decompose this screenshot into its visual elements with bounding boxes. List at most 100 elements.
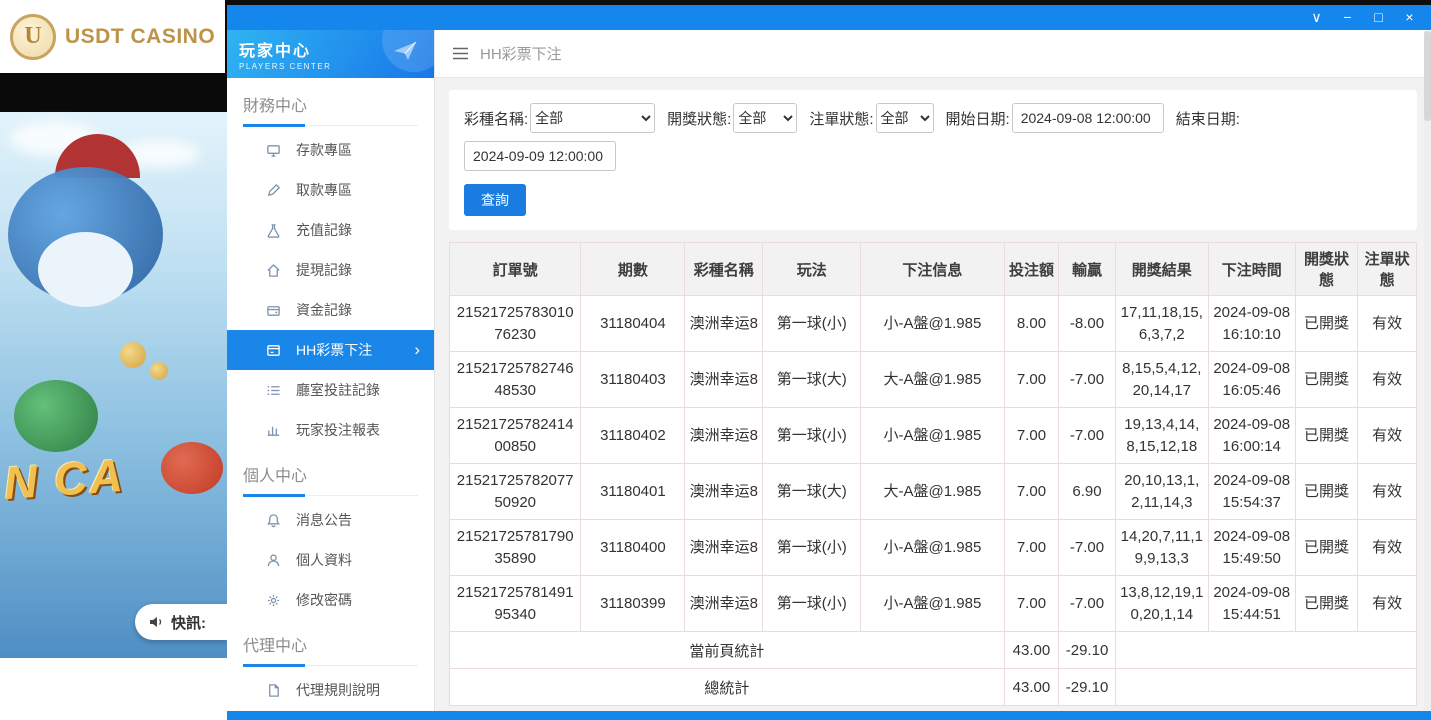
- table-row: 215217257827464853031180403澳洲幸运8第一球(大)大-…: [450, 352, 1417, 408]
- table-cell: 小-A盤@1.985: [861, 296, 1004, 352]
- table-cell: -7.00: [1059, 408, 1116, 464]
- desktop-background: N CA U USDT CASINO 快訊:: [0, 0, 227, 720]
- table-cell: -7.00: [1059, 352, 1116, 408]
- table-cell: 2152172578241400850: [450, 408, 581, 464]
- search-button[interactable]: 查詢: [464, 184, 526, 216]
- total-summary-winloss: -29.10: [1059, 669, 1116, 706]
- sidebar-item-funds-record[interactable]: 資金記錄: [227, 290, 434, 330]
- window-close-icon[interactable]: ×: [1394, 5, 1425, 30]
- shark-belly-illustration: [38, 232, 133, 307]
- sidebar-item-withdrawal-record[interactable]: 提現記錄: [227, 250, 434, 290]
- table-cell: 有效: [1358, 296, 1417, 352]
- window-titlebar: ∨ − □ ×: [227, 5, 1431, 30]
- sidebar-item-label: 存款專區: [296, 140, 352, 160]
- lottery-name-label: 彩種名稱:: [464, 108, 528, 129]
- table-header-cell: 開獎結果: [1115, 243, 1208, 296]
- start-date-label: 開始日期:: [946, 108, 1010, 129]
- sidebar-item-label: 玩家投注報表: [296, 420, 380, 440]
- table-header-cell: 玩法: [763, 243, 861, 296]
- end-date-input[interactable]: [464, 141, 616, 171]
- menu-toggle-icon[interactable]: [452, 47, 469, 60]
- user-icon: [265, 552, 281, 568]
- sidebar-item-announcements[interactable]: 消息公告: [227, 500, 434, 540]
- sidebar-item-room-bet-record[interactable]: 廳室投註記錄: [227, 370, 434, 410]
- table-cell: 2024-09-08 16:05:46: [1208, 352, 1295, 408]
- sidebar-item-agent-rules[interactable]: 代理規則說明: [227, 670, 434, 710]
- artwork-caption: N CA: [2, 448, 126, 510]
- table-cell: 31180402: [581, 408, 685, 464]
- quick-news-button[interactable]: 快訊:: [135, 604, 227, 640]
- table-header-cell: 期數: [581, 243, 685, 296]
- table-cell: 31180403: [581, 352, 685, 408]
- table-cell: 7.00: [1004, 352, 1059, 408]
- gear-icon: [265, 592, 281, 608]
- table-cell: 澳洲幸运8: [685, 520, 763, 576]
- sidebar-menu: 財務中心 存款專區 取款專區 充值記錄 提現: [227, 78, 434, 711]
- table-cell: 已開獎: [1295, 576, 1358, 632]
- brand-logo: U USDT CASINO: [0, 0, 225, 73]
- table-cell: 2152172578207750920: [450, 464, 581, 520]
- table-cell: 小-A盤@1.985: [861, 520, 1004, 576]
- window-maximize-icon[interactable]: □: [1363, 5, 1394, 30]
- page-summary-label: 當前頁統計: [450, 632, 1005, 669]
- brand-coin-icon: U: [10, 14, 56, 60]
- chart-icon: [265, 422, 281, 438]
- start-date-input[interactable]: [1012, 103, 1164, 133]
- lottery-name-select[interactable]: 全部: [530, 103, 655, 133]
- table-row: 215217257830107623031180404澳洲幸运8第一球(小)小-…: [450, 296, 1417, 352]
- deposit-icon: [265, 142, 281, 158]
- window-menu-chevron-icon[interactable]: ∨: [1301, 5, 1332, 30]
- table-cell: 已開獎: [1295, 352, 1358, 408]
- page-summary-winloss: -29.10: [1059, 632, 1116, 669]
- table-cell: 第一球(大): [763, 352, 861, 408]
- sidebar-item-change-password[interactable]: 修改密碼: [227, 580, 434, 620]
- table-cell: 2152172578274648530: [450, 352, 581, 408]
- table-cell: 6.90: [1059, 464, 1116, 520]
- sidebar-section-personal: 個人中心: [243, 462, 418, 496]
- chevron-right-icon: ›: [414, 340, 420, 360]
- table-cell: 有效: [1358, 520, 1417, 576]
- wallet-icon: [265, 302, 281, 318]
- table-cell: 已開獎: [1295, 464, 1358, 520]
- page-title: HH彩票下注: [480, 43, 562, 64]
- vertical-scrollbar[interactable]: [1424, 31, 1431, 710]
- sidebar-item-profile[interactable]: 個人資料: [227, 540, 434, 580]
- table-cell: 2024-09-08 16:10:10: [1208, 296, 1295, 352]
- end-date-label: 結束日期:: [1176, 108, 1240, 129]
- order-status-select[interactable]: 全部: [876, 103, 934, 133]
- draw-status-select[interactable]: 全部: [733, 103, 797, 133]
- table-cell: 8,15,5,4,12,20,14,17: [1115, 352, 1208, 408]
- page-summary-bet: 43.00: [1004, 632, 1059, 669]
- table-row: 215217257820775092031180401澳洲幸运8第一球(大)大-…: [450, 464, 1417, 520]
- page-summary-empty: [1115, 632, 1416, 669]
- table-cell: 31180401: [581, 464, 685, 520]
- gold-coin-illustration: [120, 342, 146, 368]
- scrollbar-thumb[interactable]: [1424, 31, 1431, 121]
- sidebar-item-recharge-record[interactable]: 充值記錄: [227, 210, 434, 250]
- sidebar-item-withdraw[interactable]: 取款專區: [227, 170, 434, 210]
- sidebar-item-label: 取款專區: [296, 180, 352, 200]
- table-cell: 澳洲幸运8: [685, 352, 763, 408]
- table-row: 215217257824140085031180402澳洲幸运8第一球(小)小-…: [450, 408, 1417, 464]
- list-icon: [265, 382, 281, 398]
- topbar: HH彩票下注: [435, 30, 1431, 78]
- table-cell: 2152172578179035890: [450, 520, 581, 576]
- speaker-icon: [148, 614, 164, 630]
- desktop-white-band: [0, 658, 227, 720]
- table-cell: 31180400: [581, 520, 685, 576]
- sidebar-item-deposit[interactable]: 存款專區: [227, 130, 434, 170]
- table-header-row: 訂單號期數彩種名稱玩法下注信息投注額輸贏開獎結果下注時間開獎狀態注單狀態: [450, 243, 1417, 296]
- table-cell: 小-A盤@1.985: [861, 408, 1004, 464]
- sidebar-item-label: HH彩票下注: [296, 340, 372, 360]
- table-row: 215217257817903589031180400澳洲幸运8第一球(小)小-…: [450, 520, 1417, 576]
- flask-icon: [265, 222, 281, 238]
- table-cell: 2024-09-08 15:54:37: [1208, 464, 1295, 520]
- sidebar-item-player-bet-report[interactable]: 玩家投注報表: [227, 410, 434, 450]
- sidebar-item-label: 廳室投註記錄: [296, 380, 380, 400]
- window-minimize-icon[interactable]: −: [1332, 5, 1363, 30]
- content-area: 彩種名稱: 全部 開獎狀態: 全部 注單狀態: 全部 開始日期: 結束日期: 查…: [435, 78, 1431, 711]
- sidebar-item-hh-lottery-bets[interactable]: HH彩票下注 ›: [227, 330, 434, 370]
- brand-symbol: U: [24, 23, 41, 50]
- sidebar-item-label: 資金記錄: [296, 300, 352, 320]
- table-cell: 2024-09-08 16:00:14: [1208, 408, 1295, 464]
